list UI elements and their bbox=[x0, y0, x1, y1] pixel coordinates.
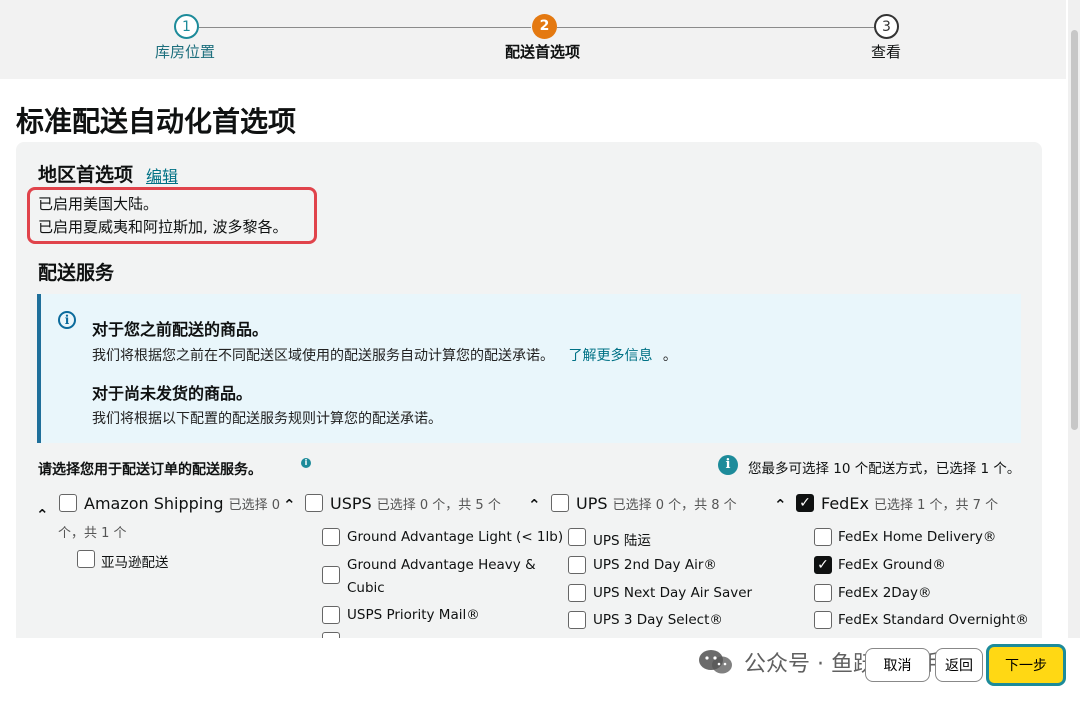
help-icon[interactable]: i bbox=[301, 458, 311, 468]
option-checkbox-checked[interactable]: ✓ bbox=[814, 556, 832, 574]
carrier-count: 已选择 0 bbox=[228, 498, 281, 513]
carrier-name: FedEx bbox=[821, 494, 869, 513]
stepper-connector bbox=[199, 27, 531, 28]
back-button[interactable]: 返回 bbox=[935, 648, 983, 682]
option-checkbox[interactable] bbox=[77, 550, 95, 568]
step-3-label: 查看 bbox=[871, 43, 902, 61]
region-heading: 地区首选项 bbox=[38, 164, 134, 186]
step-1-circle[interactable]: 1 bbox=[174, 14, 199, 39]
cancel-button[interactable]: 取消 bbox=[865, 648, 930, 682]
option-checkbox[interactable] bbox=[322, 606, 340, 624]
amazon-shipping-checkbox[interactable] bbox=[59, 494, 77, 512]
watermark-text: 公众号 · 鱼跃跨境手记 bbox=[744, 652, 963, 677]
chevron-up-icon[interactable]: ⌃ bbox=[283, 496, 296, 514]
region-line-1: 已启用美国大陆。 bbox=[38, 195, 159, 213]
info-text-tail: 。 bbox=[662, 348, 677, 364]
option-checkbox[interactable] bbox=[814, 611, 832, 629]
option-label: UPS Next Day Air Saver bbox=[593, 585, 753, 601]
scrollbar-thumb[interactable] bbox=[1071, 30, 1078, 430]
carrier-fedex: FedEx 已选择 1 个，共 7 个 bbox=[821, 494, 998, 513]
progress-stepper: 1 2 3 库房位置 配送首选项 查看 bbox=[0, 0, 1066, 79]
chevron-up-icon[interactable]: ⌃ bbox=[774, 496, 787, 514]
info-circle-icon: i bbox=[718, 455, 738, 475]
option-checkbox[interactable] bbox=[814, 584, 832, 602]
carrier-count: 已选择 0 个，共 5 个 bbox=[376, 498, 501, 513]
option-label: UPS 2nd Day Air® bbox=[593, 557, 717, 573]
carrier-count: 已选择 1 个，共 7 个 bbox=[874, 498, 999, 513]
wechat-icon bbox=[699, 650, 732, 674]
page-title: 标准配送自动化首选项 bbox=[16, 105, 297, 138]
step-1-label[interactable]: 库房位置 bbox=[155, 41, 215, 62]
chevron-up-icon[interactable]: ⌃ bbox=[36, 506, 49, 524]
step-2-label: 配送首选项 bbox=[505, 43, 581, 61]
option-label: FedEx Home Delivery® bbox=[838, 529, 997, 545]
usps-checkbox[interactable] bbox=[305, 494, 323, 512]
stepper-connector bbox=[557, 27, 874, 28]
selection-limit-note: 您最多可选择 10 个配送方式，已选择 1 个。 bbox=[748, 461, 1021, 477]
option-checkbox[interactable] bbox=[568, 584, 586, 602]
next-button[interactable]: 下一步 bbox=[986, 644, 1066, 686]
option-label: FedEx Standard Overnight® bbox=[838, 612, 1029, 628]
option-checkbox[interactable] bbox=[568, 611, 586, 629]
info-heading-previous: 对于您之前配送的商品。 bbox=[92, 320, 269, 339]
carrier-amazon-shipping: Amazon Shipping 已选择 0 bbox=[84, 494, 280, 513]
option-label: Ground Advantage Heavy & bbox=[347, 557, 536, 573]
option-label: FedEx 2Day® bbox=[838, 585, 932, 601]
info-heading-new: 对于尚未发货的商品。 bbox=[92, 384, 253, 403]
carrier-name: Amazon Shipping bbox=[84, 494, 224, 513]
option-label: UPS 陆运 bbox=[593, 533, 651, 549]
option-checkbox[interactable] bbox=[322, 528, 340, 546]
carrier-count: 已选择 0 个，共 8 个 bbox=[612, 498, 737, 513]
option-label: 亚马逊配送 bbox=[101, 555, 169, 571]
option-checkbox[interactable] bbox=[568, 528, 586, 546]
option-label: FedEx Ground® bbox=[838, 557, 946, 573]
step-3-circle: 3 bbox=[874, 14, 899, 39]
option-label: Ground Advantage Light (< 1lb) bbox=[347, 529, 564, 545]
region-line-2: 已启用夏威夷和阿拉斯加, 波多黎各。 bbox=[38, 218, 288, 236]
option-checkbox[interactable] bbox=[568, 556, 586, 574]
learn-more-link[interactable]: 了解更多信息 bbox=[568, 348, 652, 364]
info-text-previous: 我们将根据您之前在不同配送区域使用的配送服务自动计算您的配送承诺。 了解更多信息… bbox=[92, 345, 677, 365]
info-icon: i bbox=[58, 311, 76, 329]
page-scrollbar[interactable] bbox=[1068, 0, 1080, 640]
option-label: USPS Priority Mail® bbox=[347, 607, 480, 623]
carrier-ups: UPS 已选择 0 个，共 8 个 bbox=[576, 494, 737, 513]
fedex-checkbox[interactable]: ✓ bbox=[796, 494, 814, 512]
option-checkbox[interactable] bbox=[322, 566, 340, 584]
carrier-usps: USPS 已选择 0 个，共 5 个 bbox=[330, 494, 501, 513]
option-label-continued: Cubic bbox=[347, 580, 385, 596]
step-2-circle: 2 bbox=[532, 14, 557, 39]
region-edit-link[interactable]: 编辑 bbox=[146, 163, 178, 187]
carrier-name: UPS bbox=[576, 494, 608, 513]
services-heading: 配送服务 bbox=[38, 262, 115, 284]
chevron-up-icon[interactable]: ⌃ bbox=[528, 496, 541, 514]
carrier-count-wrap: 个，共 1 个 bbox=[58, 526, 127, 541]
option-label: UPS 3 Day Select® bbox=[593, 612, 723, 628]
select-prompt: 请选择您用于配送订单的配送服务。 bbox=[38, 462, 262, 478]
carrier-name: USPS bbox=[330, 494, 372, 513]
ups-checkbox[interactable] bbox=[551, 494, 569, 512]
info-text-new: 我们将根据以下配置的配送服务规则计算您的配送承诺。 bbox=[92, 411, 442, 427]
option-checkbox[interactable] bbox=[814, 528, 832, 546]
info-text-previous-body: 我们将根据您之前在不同配送区域使用的配送服务自动计算您的配送承诺。 bbox=[92, 348, 554, 364]
